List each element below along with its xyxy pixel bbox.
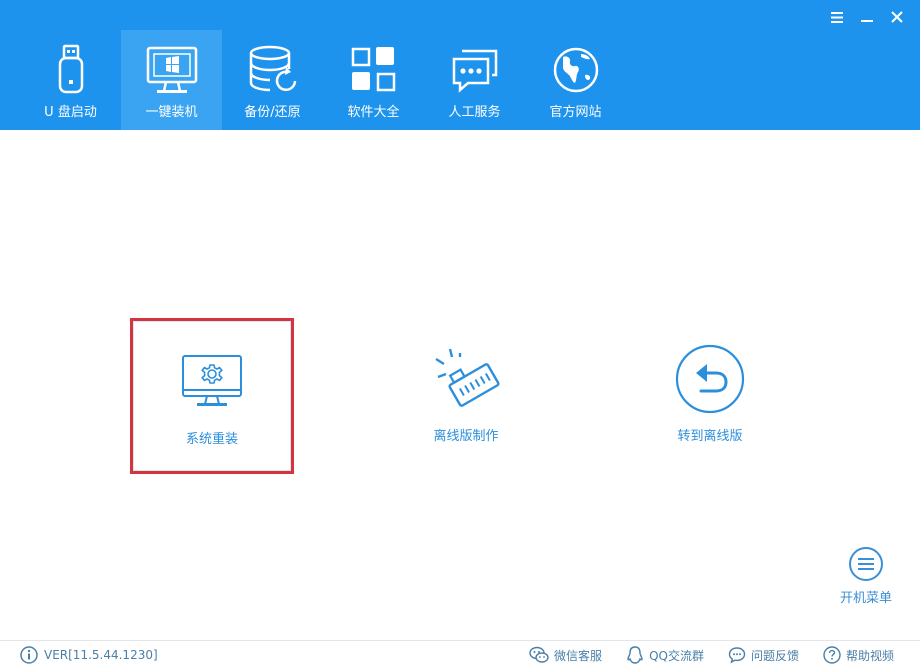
nav-label: U 盘启动 [44, 105, 97, 120]
system-reinstall-card[interactable]: 系统重装 [130, 318, 294, 474]
globe-icon [546, 42, 606, 98]
minimize-icon[interactable] [852, 6, 882, 28]
help-circle-icon [823, 646, 841, 664]
nav-label: 软件大全 [347, 105, 400, 120]
feedback-link[interactable]: 问题反馈 [728, 645, 799, 665]
footer-link-label: 问题反馈 [750, 648, 799, 663]
nav-item-one-click-install[interactable]: 一键装机 [121, 30, 222, 130]
offline-version-make-card[interactable]: 离线版制作 [384, 318, 548, 474]
footer-link-label: 帮助视频 [845, 648, 894, 663]
nav-item-support[interactable]: 人工服务 [424, 30, 525, 130]
info-icon [20, 646, 38, 664]
network-plug-icon [426, 344, 506, 414]
nav-label: 人工服务 [448, 105, 501, 120]
status-footer: VER[11.5.44.1230] 微信客服 QQ交流群 问题反馈 帮助视频 [0, 640, 920, 670]
circle-return-icon [670, 344, 750, 414]
chat-bubble-icon [445, 42, 505, 98]
card-label: 系统重装 [185, 432, 238, 447]
nav-label: 官方网站 [549, 105, 602, 120]
close-icon[interactable] [882, 6, 912, 28]
card-label: 转到离线版 [677, 429, 743, 444]
window-controls [822, 6, 912, 28]
version-text: VER[11.5.44.1230] [44, 648, 158, 662]
footer-links: 微信客服 QQ交流群 问题反馈 帮助视频 [529, 645, 894, 665]
footer-link-label: QQ交流群 [649, 648, 704, 663]
main-nav: U 盘启动 一键装机 备份/还原 软件大全 人工服务 官方网站 [20, 30, 626, 130]
nav-item-usb-boot[interactable]: U 盘启动 [20, 30, 121, 130]
nav-label: 备份/还原 [244, 105, 301, 120]
app-grid-icon [344, 42, 404, 98]
database-restore-icon [243, 42, 303, 98]
monitor-windows-icon [142, 42, 202, 98]
wechat-support-link[interactable]: 微信客服 [529, 645, 602, 665]
hamburger-icon[interactable] [822, 6, 852, 28]
nav-item-software[interactable]: 软件大全 [323, 30, 424, 130]
app-window: U 盘启动 一键装机 备份/还原 软件大全 人工服务 官方网站 系统重装 离线版… [0, 0, 920, 670]
goto-offline-version-card[interactable]: 转到离线版 [628, 318, 792, 474]
main-panel: 系统重装 离线版制作 转到离线版 开机菜单 [0, 130, 920, 640]
wechat-icon [529, 646, 549, 663]
boot-menu-label: 开机菜单 [839, 591, 892, 606]
usb-drive-icon [41, 42, 101, 98]
version-info: VER[11.5.44.1230] [20, 646, 158, 664]
qq-group-link[interactable]: QQ交流群 [626, 645, 704, 665]
nav-item-website[interactable]: 官方网站 [525, 30, 626, 130]
feedback-bubble-icon [728, 647, 746, 664]
nav-item-backup-restore[interactable]: 备份/还原 [222, 30, 323, 130]
card-label: 离线版制作 [433, 429, 499, 444]
monitor-gear-icon [172, 347, 252, 417]
footer-link-label: 微信客服 [554, 648, 603, 663]
nav-label: 一键装机 [145, 105, 198, 120]
header-bar: U 盘启动 一键装机 备份/还原 软件大全 人工服务 官方网站 [0, 0, 920, 130]
boot-menu-button[interactable]: 开机菜单 [836, 546, 896, 606]
qq-icon [627, 646, 643, 664]
help-video-link[interactable]: 帮助视频 [823, 645, 894, 665]
circle-menu-icon [849, 547, 883, 581]
